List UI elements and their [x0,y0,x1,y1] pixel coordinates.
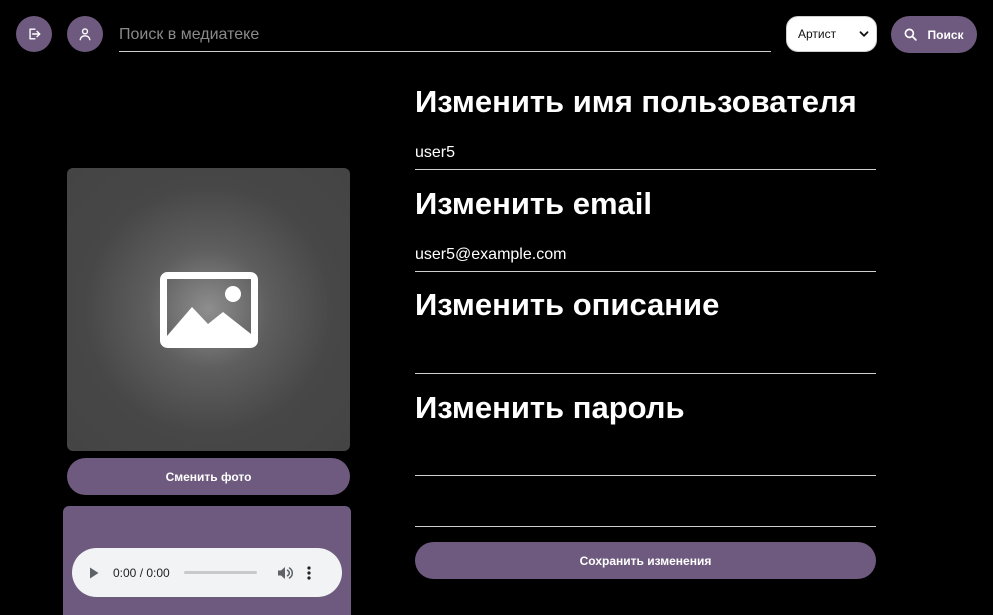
profile-button[interactable] [67,16,103,52]
change-photo-label: Сменить фото [165,469,252,484]
search-input[interactable] [119,18,771,52]
chevron-down-icon [859,29,869,39]
save-button[interactable]: Сохранить изменения [415,542,876,579]
audio-progress-bar[interactable] [183,571,257,574]
email-heading: Изменить email [415,186,652,221]
password-heading: Изменить пароль [415,390,685,425]
username-heading: Изменить имя пользователя [415,84,857,119]
search-button-label: Поиск [927,27,964,42]
audio-player[interactable]: 0:00 / 0:00 [72,548,342,597]
search-button[interactable]: Поиск [891,16,977,53]
search-icon [904,28,918,41]
save-button-label: Сохранить изменения [579,553,712,568]
search-type-select[interactable]: Артист [786,16,877,52]
password-field[interactable] [415,442,876,476]
profile-photo [67,168,350,451]
username-field[interactable] [415,136,876,170]
change-photo-button[interactable]: Сменить фото [67,458,350,495]
user-icon [78,27,92,41]
image-placeholder-icon [159,271,258,348]
email-field[interactable] [415,238,876,272]
description-field[interactable] [415,340,876,374]
play-icon[interactable] [89,567,99,579]
volume-icon[interactable] [277,566,293,580]
password-confirm-field[interactable] [415,493,876,527]
description-heading: Изменить описание [415,287,720,322]
audio-panel: 0:00 / 0:00 [63,506,351,615]
logout-icon [27,27,41,41]
audio-time: 0:00 / 0:00 [113,565,170,580]
more-options-icon[interactable] [307,565,311,580]
search-type-selected: Артист [798,27,837,41]
logout-button[interactable] [16,16,52,52]
